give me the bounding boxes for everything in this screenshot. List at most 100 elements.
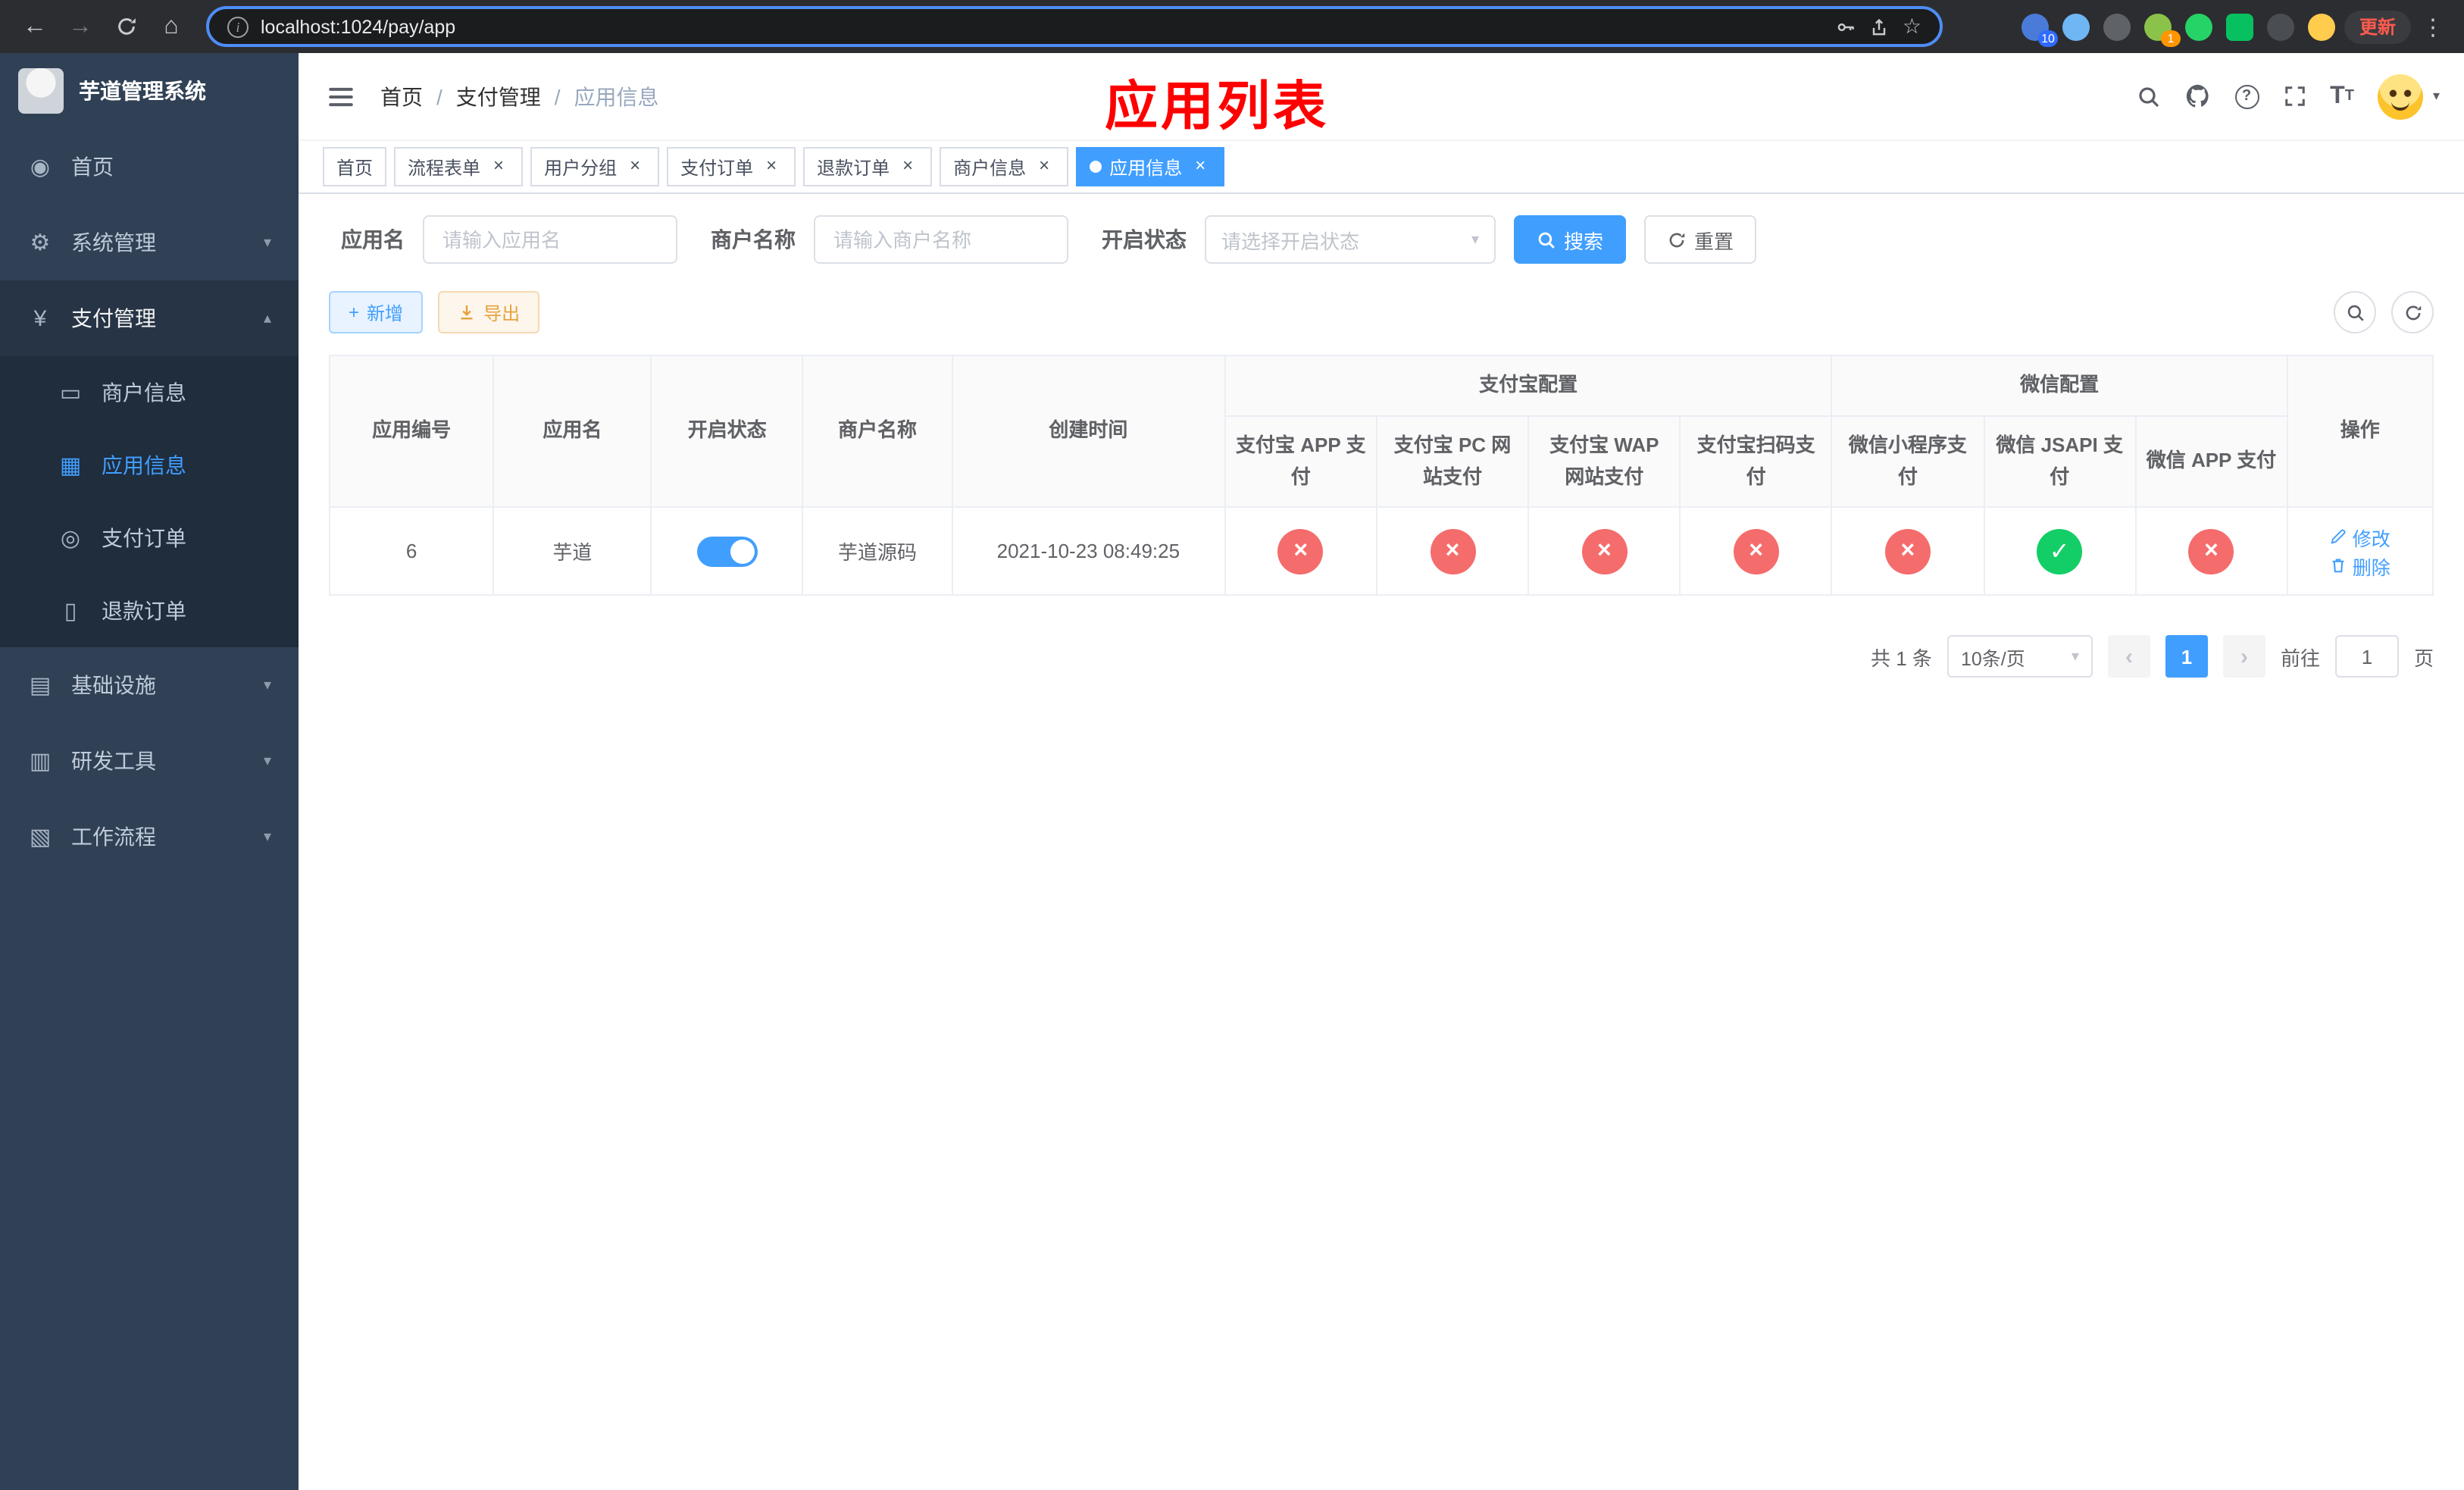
next-page-button[interactable]: › — [2222, 635, 2265, 678]
breadcrumb-separator: / — [554, 84, 561, 108]
header-search-button[interactable] — [2136, 84, 2160, 108]
sidebar-item-label: 工作流程 — [71, 825, 156, 849]
browser-reload-button[interactable] — [106, 7, 145, 46]
share-icon[interactable] — [1869, 16, 1890, 37]
caret-down-icon: ▾ — [2432, 88, 2440, 103]
sidebar-item-label: 应用信息 — [102, 453, 186, 477]
tab-merchant-info[interactable]: 商户信息 × — [940, 147, 1069, 186]
tab-close-icon[interactable]: × — [1033, 155, 1055, 177]
search-button[interactable]: 搜索 — [1514, 215, 1627, 264]
app-name-input[interactable] — [423, 215, 677, 264]
sidebar-item-workflow[interactable]: ▧ 工作流程 ▾ — [0, 799, 299, 875]
tab-close-icon[interactable]: × — [897, 155, 918, 177]
extension-drop-icon[interactable] — [2062, 13, 2090, 40]
extension-smiley-icon[interactable] — [2307, 13, 2335, 40]
font-size-button[interactable]: TT — [2330, 83, 2354, 108]
browser-home-button[interactable]: ⌂ — [152, 7, 191, 46]
browser-forward-button[interactable]: → — [61, 7, 100, 46]
tab-close-icon[interactable]: × — [761, 155, 782, 177]
help-button[interactable]: ? — [2234, 84, 2259, 108]
sidebar-item-merchant-info[interactable]: ▭ 商户信息 — [0, 356, 299, 429]
delete-button[interactable]: 删除 — [2330, 551, 2391, 580]
user-avatar-menu[interactable]: ▾ — [2378, 74, 2440, 119]
extension-green-avatar-icon[interactable]: 1 — [2143, 13, 2181, 46]
col-alipay-pc: 支付宝 PC 网站支付 — [1375, 415, 1530, 508]
add-button-label: 新增 — [367, 302, 404, 324]
tab-label: 商户信息 — [953, 157, 1027, 178]
col-alipay-wap: 支付宝 WAP 网站支付 — [1527, 415, 1681, 508]
goto-suffix: 页 — [2413, 646, 2434, 669]
search-icon — [1538, 231, 1555, 248]
sidebar-item-app-info[interactable]: ▦ 应用信息 — [0, 429, 299, 502]
goto-page-input[interactable] — [2334, 635, 2399, 678]
breadcrumb-payment[interactable]: 支付管理 — [456, 81, 541, 111]
export-button[interactable]: 导出 — [438, 291, 540, 333]
col-wechat-jsapi: 微信 JSAPI 支付 — [1983, 415, 2137, 508]
page-size-select[interactable]: 10条/页 ▾ — [1946, 635, 2093, 678]
alipay-app-status-icon: × — [1277, 528, 1324, 574]
fullscreen-button[interactable] — [2283, 85, 2306, 108]
extension-pin-icon[interactable] — [2266, 13, 2294, 40]
browser-update-button[interactable]: 更新 — [2344, 10, 2411, 43]
tab-app-info[interactable]: 应用信息 × — [1076, 147, 1225, 186]
sidebar-item-payment[interactable]: ¥ 支付管理 ▴ — [0, 280, 299, 356]
hamburger-icon — [329, 86, 353, 106]
bookmark-star-icon[interactable]: ☆ — [1903, 14, 1921, 39]
browser-menu-icon[interactable]: ⋮ — [2417, 13, 2449, 40]
sidebar-toggle-button[interactable] — [323, 78, 359, 114]
tab-close-icon[interactable]: × — [488, 155, 509, 177]
sidebar-item-dev-tools[interactable]: ▥ 研发工具 ▾ — [0, 723, 299, 799]
page-number-current[interactable]: 1 — [2165, 635, 2208, 678]
toggle-search-button[interactable] — [2334, 291, 2376, 333]
prev-page-button[interactable]: ‹ — [2107, 635, 2150, 678]
total-count: 共 1 条 — [1871, 646, 1932, 669]
card-icon: ▭ — [59, 380, 82, 406]
tags-view: 首页 流程表单 × 用户分组 × 支付订单 × 退款订单 × 商户信息 × 应用… — [299, 141, 2464, 194]
tab-home[interactable]: 首页 — [323, 147, 387, 186]
tab-close-icon[interactable]: × — [1190, 155, 1211, 177]
refresh-table-button[interactable] — [2391, 291, 2434, 333]
edit-button[interactable]: 修改 — [2330, 522, 2391, 551]
reset-button[interactable]: 重置 — [1644, 215, 1757, 264]
address-bar[interactable]: i localhost:1024/pay/app ☆ — [206, 6, 1943, 47]
tab-label: 退款订单 — [817, 157, 890, 178]
merchant-name-input[interactable] — [814, 215, 1068, 264]
sidebar-item-system[interactable]: ⚙ 系统管理 ▾ — [0, 205, 299, 280]
extension-green-circle-icon[interactable] — [2184, 13, 2212, 40]
breadcrumb-home[interactable]: 首页 — [380, 81, 423, 111]
site-info-icon[interactable]: i — [227, 16, 249, 37]
enabled-toggle[interactable] — [696, 536, 758, 566]
sidebar-item-refund-order[interactable]: ▯ 退款订单 — [0, 574, 299, 647]
document-icon: ▯ — [64, 599, 77, 624]
status-select[interactable]: 请选择开启状态 ▾ — [1205, 215, 1496, 264]
extension-green-square-icon[interactable] — [2225, 13, 2253, 40]
sidebar-item-infrastructure[interactable]: ▤ 基础设施 ▾ — [0, 647, 299, 723]
col-group-alipay: 支付宝配置 — [1224, 355, 1833, 417]
sidebar-item-home[interactable]: ◉ 首页 — [0, 129, 299, 205]
tab-close-icon[interactable]: × — [624, 155, 646, 177]
sidebar-menu: ◉ 首页 ⚙ 系统管理 ▾ ¥ 支付管理 ▴ ▭ 商户信息 ▦ 应用信息 ◎ 支… — [0, 129, 299, 1490]
goto-label: 前往 — [2280, 646, 2320, 669]
cell-app-id: 6 — [328, 506, 495, 596]
add-button[interactable]: + 新增 — [329, 291, 424, 333]
col-app-name: 应用名 — [492, 355, 652, 508]
coin-icon: ◎ — [60, 526, 81, 552]
sidebar-item-label: 首页 — [71, 155, 114, 179]
browser-back-button[interactable]: ← — [15, 7, 55, 46]
alipay-wap-status-icon: × — [1581, 528, 1628, 574]
app-table: 应用编号 应用名 开启状态 商户名称 创建时间 支付宝配置 微信配置 操作 支付… — [328, 355, 2434, 596]
extension-blue-badge-icon[interactable]: 10 — [2021, 13, 2058, 46]
chevron-down-icon: ▾ — [263, 234, 271, 251]
github-icon — [2185, 84, 2208, 108]
sidebar-item-pay-order[interactable]: ◎ 支付订单 — [0, 502, 299, 574]
toolbox-icon: ▥ — [29, 749, 52, 775]
github-button[interactable] — [2184, 83, 2210, 109]
extension-dark-circle-icon[interactable] — [2103, 13, 2131, 40]
tab-process-form[interactable]: 流程表单 × — [394, 147, 524, 186]
tab-pay-order[interactable]: 支付订单 × — [667, 147, 796, 186]
chevron-down-icon: ▾ — [263, 753, 271, 769]
password-key-icon[interactable] — [1836, 16, 1857, 37]
tab-user-group[interactable]: 用户分组 × — [530, 147, 660, 186]
tab-refund-order[interactable]: 退款订单 × — [803, 147, 933, 186]
filter-bar: 应用名 商户名称 开启状态 请选择开启状态 ▾ 搜索 重置 — [329, 215, 2434, 264]
